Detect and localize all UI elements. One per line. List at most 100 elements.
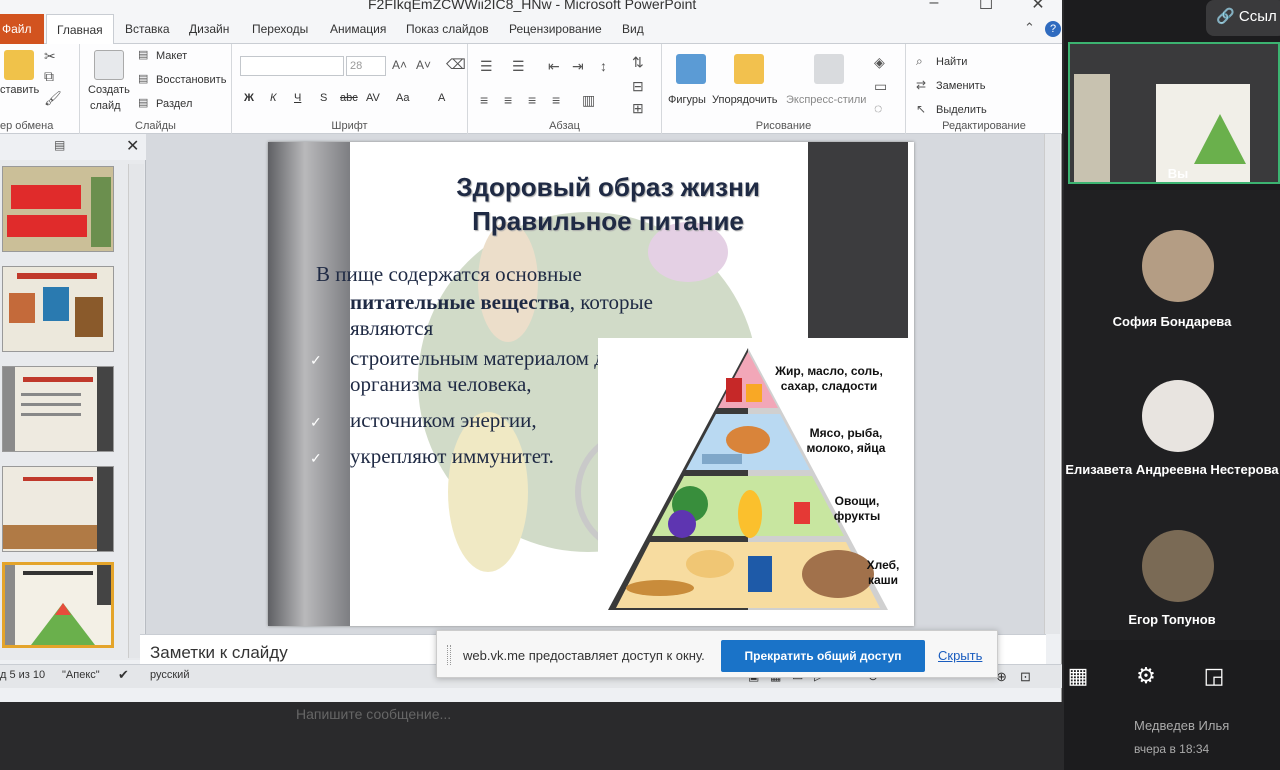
italic-button[interactable]: К	[270, 92, 276, 104]
check-icon: ✓	[310, 416, 322, 431]
settings-gear-icon[interactable]: ⚙	[1132, 662, 1160, 690]
slides-scrollbar[interactable]	[128, 164, 144, 658]
shape-effects-icon[interactable]: ◌	[874, 100, 882, 116]
slide-thumb-3[interactable]	[2, 366, 114, 452]
numbering-icon[interactable]: ☰	[512, 58, 525, 75]
arrange-button[interactable]: Упорядочить	[712, 94, 777, 106]
clear-format-icon[interactable]: ⌫	[446, 56, 466, 73]
tab-home[interactable]: Главная	[46, 14, 114, 44]
arrange-icon[interactable]	[734, 54, 764, 84]
spacing-button[interactable]: AV	[366, 92, 380, 104]
format-painter-icon[interactable]: 🖌	[44, 90, 62, 107]
increase-indent-icon[interactable]: ⇥	[572, 58, 584, 75]
stop-sharing-button[interactable]: Прекратить общий доступ	[721, 640, 925, 672]
copy-icon[interactable]: ⧉	[44, 68, 54, 85]
shapes-button[interactable]: Фигуры	[668, 94, 706, 106]
align-right-icon[interactable]: ≡	[528, 92, 536, 108]
spellcheck-icon[interactable]: ✔	[118, 667, 129, 683]
font-color-button[interactable]: A	[438, 92, 445, 104]
edit-area-scrollbar[interactable]	[1044, 134, 1060, 634]
section-icon: ▤	[138, 97, 149, 109]
new-slide-label-2[interactable]: слайд	[90, 100, 121, 112]
columns-icon[interactable]: ▥	[582, 92, 595, 109]
reset-button[interactable]: Восстановить	[156, 74, 226, 86]
close-panel-icon[interactable]: ✕	[126, 136, 139, 156]
hide-banner-link[interactable]: Скрыть	[938, 648, 982, 663]
section-button[interactable]: Раздел	[156, 98, 192, 110]
layout-button[interactable]: Макет	[156, 50, 187, 62]
pip-window-icon[interactable]: ◲	[1200, 662, 1228, 690]
find-button[interactable]: Найти	[936, 56, 967, 68]
tab-view[interactable]: Вид	[622, 14, 644, 44]
line-spacing-icon[interactable]: ↕	[600, 58, 607, 74]
thumb-2-art	[3, 267, 113, 351]
tab-transitions[interactable]: Переходы	[252, 14, 308, 44]
slide-thumb-2[interactable]	[2, 266, 114, 352]
select-icon: ↖	[916, 102, 927, 116]
copy-link-button[interactable]: 🔗 Ссыл	[1206, 0, 1280, 36]
bold-button[interactable]: Ж	[244, 92, 254, 104]
tab-insert[interactable]: Вставка	[125, 14, 170, 44]
slide-title[interactable]: Здоровый образ жизни Правильное питание	[378, 170, 838, 238]
participant-tile-3[interactable]: Егор Топунов	[1064, 490, 1280, 640]
bullet-1-line-b: организма человека,	[350, 372, 532, 396]
font-group-label: Шрифт	[331, 120, 368, 132]
cut-icon[interactable]: ✂	[44, 48, 56, 65]
smartart-icon[interactable]: ⊞	[632, 100, 644, 117]
find-icon: ⌕	[916, 54, 923, 68]
text-direction-icon[interactable]: ⇅	[632, 54, 644, 71]
language-indicator[interactable]: русский	[150, 669, 189, 681]
shapes-icon[interactable]	[676, 54, 706, 84]
slide-thumb-5[interactable]	[2, 562, 114, 648]
current-slide[interactable]: Здоровый образ жизни Правильное питание …	[268, 142, 914, 626]
quick-styles-icon[interactable]	[814, 54, 844, 84]
new-slide-icon[interactable]	[94, 50, 124, 80]
justify-icon[interactable]: ≡	[552, 92, 560, 108]
quick-styles-button[interactable]: Экспресс-стили	[786, 94, 866, 106]
replace-button[interactable]: Заменить	[936, 80, 985, 92]
drawing-group-label: Рисование	[755, 120, 812, 132]
align-left-icon[interactable]: ≡	[480, 92, 488, 108]
ribbon: ставить ✂ ⧉ 🖌 ер обмена Создать слайд ▤ …	[0, 44, 1062, 134]
select-button[interactable]: Выделить	[936, 104, 987, 116]
shape-outline-icon[interactable]: ▭	[874, 78, 887, 95]
shrink-font-icon[interactable]: A˅	[416, 58, 431, 72]
paste-icon[interactable]	[4, 50, 34, 80]
drag-handle-icon[interactable]	[447, 645, 451, 665]
font-name-box[interactable]	[240, 56, 344, 76]
slide-thumb-1[interactable]	[2, 166, 114, 252]
tab-design[interactable]: Дизайн	[189, 14, 229, 44]
file-tab[interactable]: Файл	[0, 14, 44, 44]
slides-group: Создать слайд ▤ Макет ▤ Восстановить ▤ Р…	[80, 44, 232, 134]
shape-fill-icon[interactable]: ◈	[874, 54, 885, 71]
food-pyramid-image[interactable]: Жир, масло, соль, сахар, сладости Мясо, …	[598, 338, 908, 618]
collapse-ribbon-icon[interactable]: ⌃	[1024, 20, 1035, 36]
grow-font-icon[interactable]: A˄	[392, 58, 407, 72]
bullet-2: источником энергии,	[350, 408, 537, 432]
shadow-button[interactable]: S	[320, 92, 327, 104]
tab-review[interactable]: Рецензирование	[509, 14, 602, 44]
strikethrough-button[interactable]: abc	[340, 92, 358, 104]
align-text-icon[interactable]: ⊟	[632, 78, 644, 95]
help-icon[interactable]: ?	[1045, 21, 1061, 37]
tab-animations[interactable]: Анимация	[330, 14, 386, 44]
paste-label[interactable]: ставить	[0, 84, 39, 96]
pyramid-label-proteins: Мясо, рыба, молоко, яйца	[806, 426, 886, 455]
align-center-icon[interactable]: ≡	[504, 92, 512, 108]
self-video-tile[interactable]: Вы	[1068, 42, 1280, 184]
new-slide-label-1[interactable]: Создать	[88, 84, 130, 96]
grid-layout-icon[interactable]: ▦	[1064, 662, 1092, 690]
outline-icon[interactable]: ▤	[54, 138, 65, 152]
slide-thumb-4[interactable]	[2, 466, 114, 552]
fit-slide-icon[interactable]: ⊡	[1020, 669, 1031, 685]
underline-button[interactable]: Ч	[294, 92, 301, 104]
tab-slideshow[interactable]: Показ слайдов	[406, 14, 489, 44]
font-size-box[interactable]: 28	[346, 56, 386, 76]
chat-input-placeholder[interactable]: Напишите сообщение...	[296, 706, 451, 722]
bullets-icon[interactable]: ☰	[480, 58, 493, 75]
change-case-button[interactable]: Aa	[396, 92, 409, 104]
participant-tile-1[interactable]: София Бондарева	[1064, 190, 1280, 340]
decrease-indent-icon[interactable]: ⇤	[548, 58, 560, 75]
participant-tile-2[interactable]: Елизавета Андреевна Нестерова	[1064, 340, 1280, 490]
self-screen-preview	[1070, 44, 1278, 182]
